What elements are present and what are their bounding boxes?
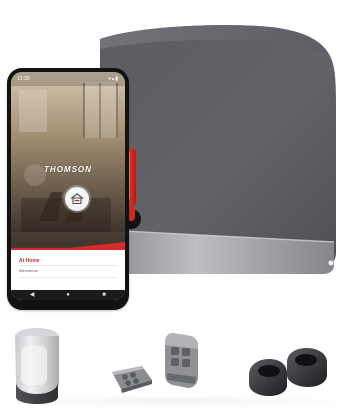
phone-screen: 12:30 ▾▴▮ THOMSON At Home Bienvenue ◀ ● … xyxy=(11,72,125,300)
room-background xyxy=(11,72,125,232)
warning-lamp xyxy=(15,328,59,404)
card-title: At Home xyxy=(19,258,40,264)
android-navigation-bar: ◀ ● ■ xyxy=(11,290,125,300)
smartphone: 12:30 ▾▴▮ THOMSON At Home Bienvenue ◀ ● … xyxy=(7,68,129,310)
card-accent-stripe xyxy=(11,242,125,250)
status-time: 12:30 xyxy=(17,76,30,82)
card-subtitle: Bienvenue xyxy=(19,268,38,273)
home-gate-icon xyxy=(70,193,84,205)
home-gate-badge xyxy=(65,187,89,211)
status-bar: 12:30 ▾▴▮ xyxy=(11,72,125,86)
card-divider-bottom xyxy=(19,277,117,278)
home-icon[interactable]: ● xyxy=(65,292,71,298)
status-icons: ▾▴▮ xyxy=(108,76,119,82)
status-card: At Home Bienvenue xyxy=(11,242,125,290)
back-icon[interactable]: ◀ xyxy=(29,292,35,298)
recent-apps-icon[interactable]: ■ xyxy=(101,292,107,298)
brand-logo: THOMSON xyxy=(44,165,92,174)
photocells xyxy=(249,348,327,396)
card-divider xyxy=(19,265,117,266)
remote-tall xyxy=(165,333,198,388)
remote-flat xyxy=(112,366,152,393)
product-scene: 12:30 ▾▴▮ THOMSON At Home Bienvenue ◀ ● … xyxy=(0,0,344,408)
